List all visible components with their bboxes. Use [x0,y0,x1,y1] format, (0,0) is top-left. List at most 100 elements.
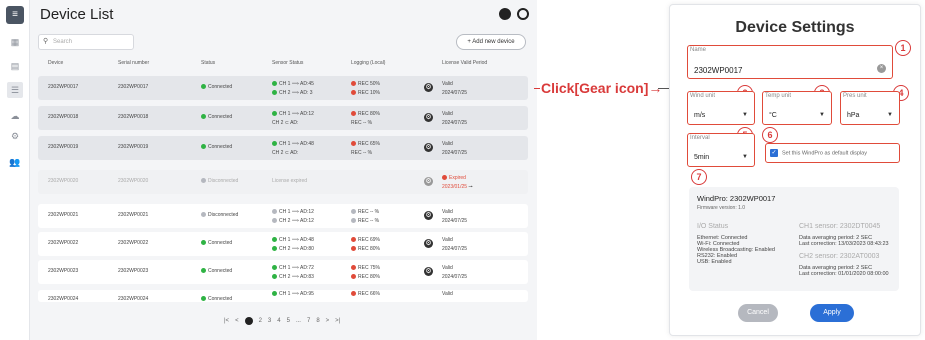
cell-sensor: CH 1 ⟹ AD:48 CH 2 ⟹ AD:80 [272,236,314,254]
gear-icon[interactable]: ⚙ [424,143,433,152]
wind-unit-select[interactable]: Wind unit m/s ▼ [687,91,755,125]
io-title: I/O Status [697,223,729,230]
page-1-current[interactable] [244,317,253,325]
cell-serial: 2302WP0021 [118,212,149,218]
notification-icon[interactable] [499,8,511,20]
cell-logging: REC 80% REC -- % [351,111,380,126]
last-page-button[interactable]: >| [335,318,340,324]
device-info-card: WindPro: 2302WP0017 Firmware version: 1.… [689,187,899,291]
grid-icon[interactable]: ▤ [9,60,21,72]
next-page-button[interactable]: > [326,318,330,324]
table-row[interactable]: 2302WP0019 2302WP0019 Connected CH 1 ⟹ A… [38,136,528,160]
col-logging: Logging (Local) [351,60,386,66]
gear-icon[interactable]: ⚙ [424,239,433,248]
cell-serial: 2302WP0020 [118,178,149,184]
table-row[interactable]: 2302WP0021 2302WP0021 Disconnected CH 1 … [38,204,528,228]
cell-license: Valid [442,291,453,297]
temp-unit-value: °C [769,112,777,119]
table-header: Device Serial number Status Sensor Statu… [38,58,528,70]
ch2-correction: Last correction: 01/01/2020 08:00:00 [799,271,889,277]
info-title: WindPro: 2302WP0017 [697,194,776,203]
cell-sensor: CH 1 ⟹ AD:72 CH 2 ⟹ AD:83 [272,264,314,282]
gear-icon[interactable]: ⚙ [424,177,433,186]
info-firmware: Firmware version: 1.0 [697,205,746,211]
cell-sensor: License expired [272,178,308,184]
prev-page-button[interactable]: < [235,318,239,324]
ch1-title: CH1 sensor: 2302DT0045 [799,223,881,230]
cell-status: Connected [201,268,232,274]
cell-license: Valid 2024/07/25 [442,265,468,280]
dashboard-icon[interactable]: ▦ [9,36,21,48]
gear-icon[interactable]: ⚙ [424,83,433,92]
callout-connector [534,88,540,89]
cell-license: Valid 2024/07/25 [442,209,468,224]
cell-logging: REC -- % REC -- % [351,208,379,226]
search-input[interactable]: ⚲ Search [38,34,134,50]
table-row[interactable]: 2302WP0020 2302WP0020 Disconnected Licen… [38,170,528,194]
callout-label: Click[Gear icon]→ [541,80,663,96]
cancel-button[interactable]: Cancel [738,304,778,322]
col-serial: Serial number [118,60,150,66]
col-sensor: Sensor Status [272,60,304,66]
gear-icon[interactable]: ⚙ [424,211,433,220]
temp-unit-label: Temp unit [765,93,792,99]
table-row[interactable]: 2302WP0023 2302WP0023 Connected CH 1 ⟹ A… [38,260,528,284]
pres-unit-value: hPa [847,112,860,119]
gear-icon[interactable]: ⚙ [424,113,433,122]
cloud-icon[interactable]: ☁ [9,110,21,122]
cell-status: Disconnected [201,212,238,218]
col-status: Status [201,60,216,66]
io-usb: USB: Enabled [697,259,732,265]
cell-sensor: CH 1 ⟹ AD:45 CH 2 ⟹ AD: 3 [272,80,314,98]
menu-icon[interactable]: ≡ [6,6,24,24]
device-list-icon[interactable]: ☰ [7,82,23,98]
cell-device: 2302WP0024 [48,296,79,302]
name-label: Name [690,47,707,53]
cell-serial: 2302WP0017 [118,84,149,90]
users-icon[interactable]: 👥 [9,156,21,168]
apply-button[interactable]: Apply [810,304,854,322]
marker-6: 6 [762,127,778,143]
page-4[interactable]: 4 [277,318,280,324]
ch1-correction: Last correction: 13/03/2023 08:43:23 [799,241,889,247]
interval-select[interactable]: Interval 5min ▼ [687,133,755,167]
gear-icon[interactable]: ⚙ [424,267,433,276]
name-field[interactable]: Name 2302WP0017 × [687,45,893,79]
table-row[interactable]: 2302WP0018 2302WP0018 Connected CH 1 ⟹ A… [38,106,528,130]
page-8[interactable]: 8 [316,318,319,324]
marker-1: 1 [895,40,911,56]
cell-license: Valid 2024/07/25 [442,141,468,156]
side-rail: ≡ ▦ ▤ ☰ ☁ ⚙ 👥 [0,0,30,340]
account-icon[interactable] [517,8,529,20]
settings-icon[interactable]: ⚙ [9,130,21,142]
page-5[interactable]: 5 [287,318,290,324]
device-settings-dialog: Device Settings 1 Name 2302WP0017 × 2 Wi… [669,4,921,336]
cell-device: 2302WP0023 [48,268,79,274]
temp-unit-select[interactable]: Temp unit °C ▼ [762,91,832,125]
cell-license: Valid 2024/07/25 [442,237,468,252]
cell-status: Connected [201,84,232,90]
col-device: Device [48,60,64,66]
clear-icon[interactable]: × [877,64,886,73]
page-3[interactable]: 3 [268,318,271,324]
cell-sensor: CH 1 ⟹ AD:12 CH 2 ⟹ AD:12 [272,208,314,226]
col-license: License Valid Period [442,60,488,66]
page-7[interactable]: 7 [307,318,310,324]
first-page-button[interactable]: |< [224,318,229,324]
table-row[interactable]: 2302WP0024 2302WP0024 Connected CH 1 ⟹ A… [38,290,528,302]
pres-unit-select[interactable]: Pres unit hPa ▼ [840,91,900,125]
cell-logging: REC 75% REC 80% [351,264,380,282]
page-2[interactable]: 2 [259,318,262,324]
cell-sensor: CH 1 ⟹ AD:48 CH 2 ⊂ AD: [272,141,314,156]
cell-device: 2302WP0021 [48,212,79,218]
key-icon: ⊸ [468,184,473,190]
cell-logging: REC 65% REC -- % [351,141,380,156]
cell-serial: 2302WP0024 [118,296,149,302]
cell-status: Connected [201,144,232,150]
table-row[interactable]: 2302WP0022 2302WP0022 Connected CH 1 ⟹ A… [38,232,528,256]
cell-status: Connected [201,296,232,302]
add-device-button[interactable]: + Add new device [456,34,526,50]
table-row[interactable]: 2302WP0017 2302WP0017 Connected CH 1 ⟹ A… [38,76,528,100]
default-display-checkbox[interactable]: ✓ Set this WindPro as default display [765,143,900,163]
cell-serial: 2302WP0023 [118,268,149,274]
